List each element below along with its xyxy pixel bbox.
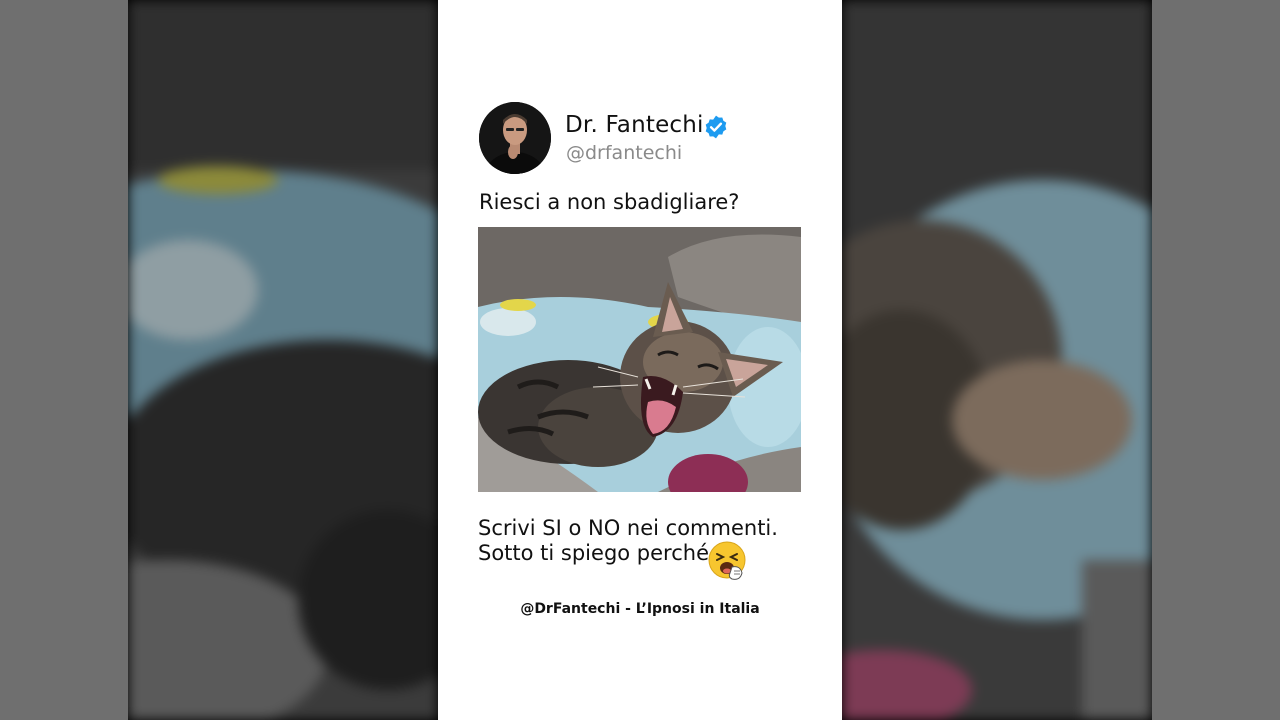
blurred-background-left	[128, 0, 438, 720]
yawning-face-emoji-icon	[708, 541, 746, 580]
right-pillarbox-bar	[1152, 0, 1280, 720]
left-pillarbox-bar	[0, 0, 128, 720]
cta-line-2: Sotto ti spiego perché.	[478, 541, 716, 565]
cta-line-1: Scrivi SI o NO nei commenti.	[478, 516, 778, 540]
author-name[interactable]: Dr. Fantechi	[565, 112, 704, 138]
author-avatar[interactable]	[479, 102, 551, 174]
author-handle[interactable]: @drfantechi	[566, 142, 682, 164]
verified-badge-icon	[705, 115, 727, 139]
footer-credit: @DrFantechi - L’Ipnosi in Italia	[520, 601, 760, 617]
post-card: Dr. Fantechi @drfantechi Riesci a non sb…	[438, 0, 842, 720]
blurred-background-right	[842, 0, 1152, 720]
post-question: Riesci a non sbadigliare?	[479, 190, 740, 214]
call-to-action-text: Scrivi SI o NO nei commenti. Sotto ti sp…	[478, 516, 808, 566]
yawning-kitten-photo[interactable]	[478, 227, 801, 492]
